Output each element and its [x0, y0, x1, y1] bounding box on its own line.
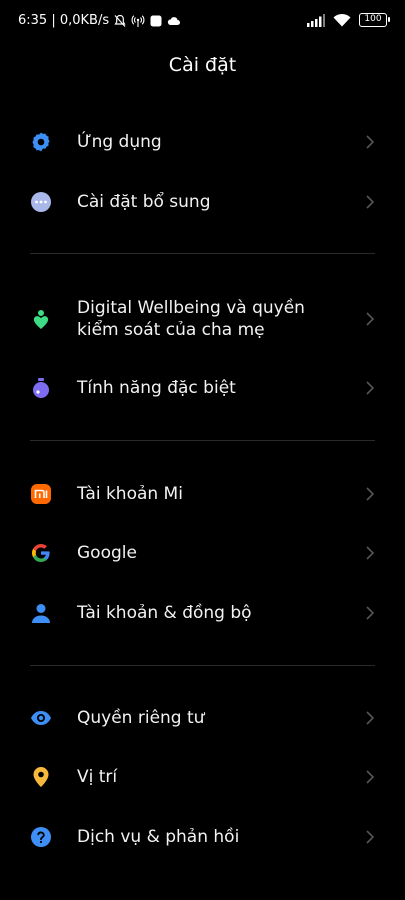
chevron-right-icon — [366, 546, 375, 560]
hotspot-icon — [131, 14, 145, 27]
settings-item-label: Digital Wellbeing và quyền kiểm soát của… — [77, 298, 305, 340]
settings-item-google[interactable]: Google — [0, 533, 405, 573]
account-sync-icon — [30, 602, 52, 624]
settings-item-additional[interactable]: Cài đặt bổ sung — [0, 182, 405, 222]
special-features-icon — [30, 377, 52, 399]
signal-icon — [307, 13, 325, 27]
settings-item-label: Quyền riêng tư — [77, 708, 205, 728]
settings-item-label: Tài khoản & đồng bộ — [77, 603, 252, 623]
divider — [30, 253, 375, 254]
page-title: Cài đặt — [168, 54, 237, 76]
privacy-eye-icon — [30, 707, 52, 729]
chevron-right-icon — [366, 711, 375, 725]
chevron-right-icon — [366, 312, 375, 326]
chevron-right-icon — [366, 135, 375, 149]
chevron-right-icon — [366, 830, 375, 844]
settings-item-label: Tính năng đặc biệt — [77, 378, 236, 398]
chevron-right-icon — [366, 487, 375, 501]
settings-item-digital-wellbeing[interactable]: Digital Wellbeing và quyền kiểm soát của… — [0, 295, 405, 343]
settings-item-label: Google — [77, 543, 137, 563]
chevron-right-icon — [366, 606, 375, 620]
divider — [30, 440, 375, 441]
settings-item-label: Dịch vụ & phản hồi — [77, 827, 240, 847]
settings-item-privacy[interactable]: Quyền riêng tư — [0, 698, 405, 738]
settings-item-label: Tài khoản Mi — [77, 484, 183, 504]
settings-item-label: Cài đặt bổ sung — [77, 192, 211, 212]
gear-icon — [30, 131, 52, 153]
settings-item-special-features[interactable]: Tính năng đặc biệt — [0, 368, 405, 408]
status-time-network: 6:35 | 0,0KB/s — [18, 13, 110, 28]
chevron-right-icon — [366, 381, 375, 395]
chevron-right-icon — [366, 195, 375, 209]
status-bar: 6:35 | 0,0KB/s 100 — [0, 0, 405, 42]
notifications-muted-icon — [114, 14, 126, 27]
help-icon — [30, 826, 52, 848]
chevron-right-icon — [366, 770, 375, 784]
settings-item-services-feedback[interactable]: Dịch vụ & phản hồi — [0, 817, 405, 857]
settings-item-mi-account[interactable]: Tài khoản Mi — [0, 474, 405, 514]
settings-item-account-sync[interactable]: Tài khoản & đồng bộ — [0, 593, 405, 633]
settings-item-label: Vị trí — [77, 767, 118, 787]
google-icon — [30, 542, 52, 564]
cloud-icon — [167, 16, 181, 25]
settings-item-label: Ứng dụng — [77, 132, 162, 152]
battery-indicator: 100 — [359, 13, 390, 27]
wellbeing-icon — [30, 308, 52, 330]
status-left: 6:35 | 0,0KB/s — [18, 13, 181, 28]
app-square-icon — [150, 15, 162, 26]
settings-item-apps[interactable]: Ứng dụng — [0, 122, 405, 162]
wifi-icon — [333, 13, 351, 27]
divider — [30, 665, 375, 666]
more-dots-icon — [30, 191, 52, 213]
settings-item-location[interactable]: Vị trí — [0, 757, 405, 797]
location-pin-icon — [30, 766, 52, 788]
status-right: 100 — [307, 13, 390, 27]
mi-account-icon — [30, 483, 52, 505]
